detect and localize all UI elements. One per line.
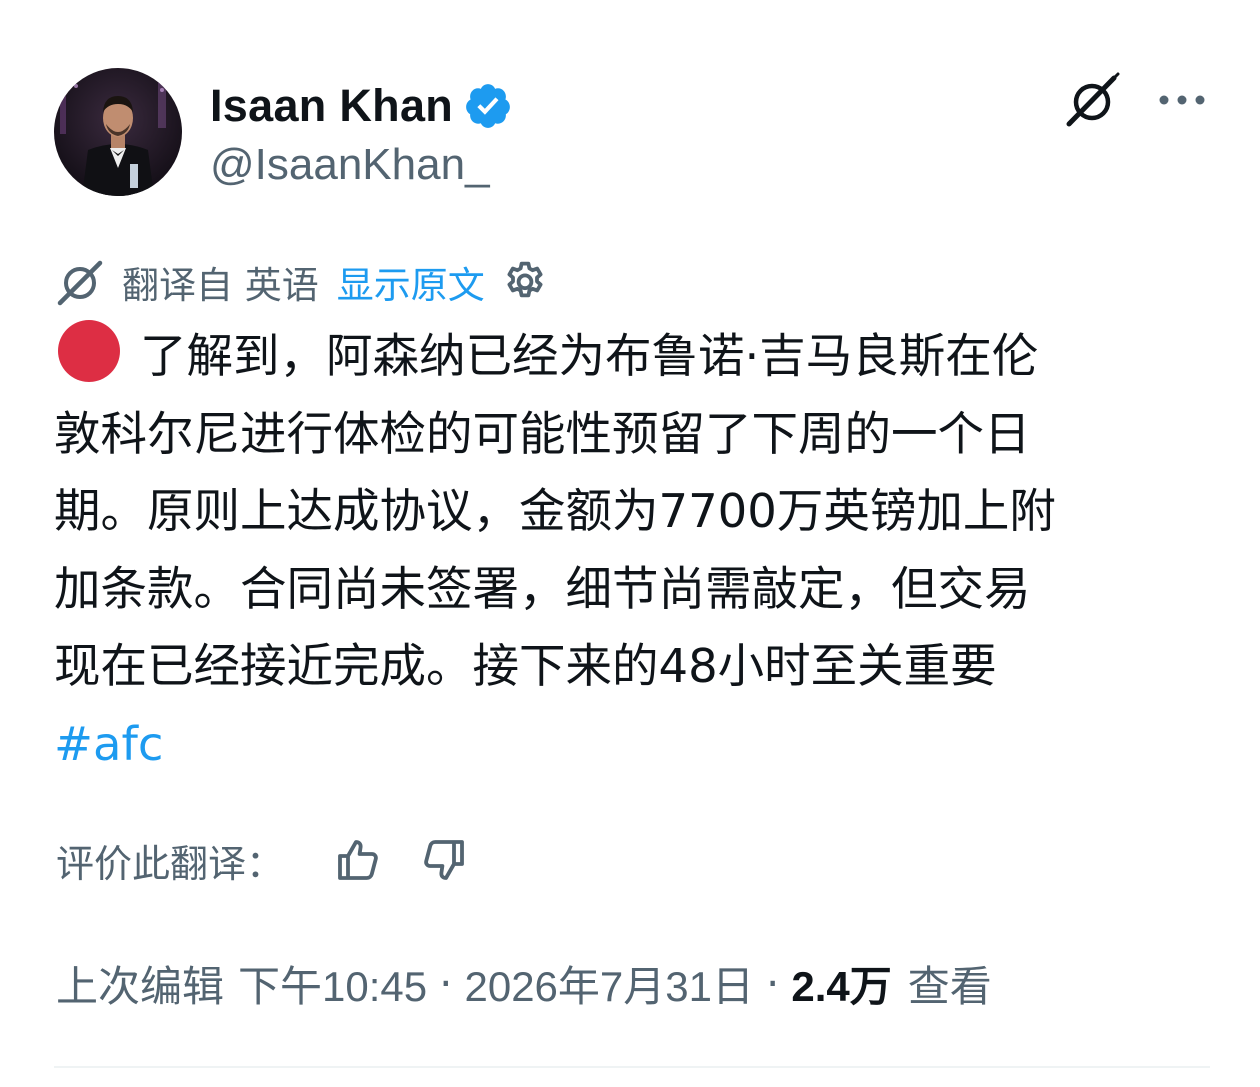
- tweet-line: 了解到，阿森纳已经为布鲁诺·吉马良斯在伦: [54, 318, 1210, 396]
- tweet-line: 加条款。合同尚未签署，细节尚需敲定，但交易: [54, 561, 1031, 616]
- author-handle[interactable]: @IsaanKhan_: [210, 140, 490, 190]
- tweet-line-text: 了解到，阿森纳已经为布鲁诺·吉马良斯在伦: [140, 329, 1039, 383]
- translation-bar: 翻译自 英语 显示原文: [56, 252, 549, 312]
- more-icon[interactable]: [1154, 84, 1210, 116]
- tweet-line: 现在已经接近完成。接下来的48小时至关重要: [54, 639, 997, 693]
- views-label[interactable]: 查看: [908, 953, 992, 1014]
- rate-translation-row: 评价此翻译：: [56, 828, 468, 892]
- edited-label[interactable]: 上次编辑: [56, 953, 224, 1014]
- tweet-date[interactable]: 2026年7月31日: [464, 953, 754, 1014]
- gear-icon[interactable]: [501, 258, 549, 306]
- display-name[interactable]: Isaan Khan: [210, 80, 453, 132]
- meta-separator: ·: [439, 958, 453, 1008]
- hashtag-link[interactable]: #afc: [54, 717, 163, 771]
- tweet-text: 了解到，阿森纳已经为布鲁诺·吉马良斯在伦 敦科尔尼进行体检的可能性预留了下周的一…: [54, 318, 1210, 783]
- tweet-time[interactable]: 下午10:45: [238, 953, 427, 1014]
- divider: [54, 1066, 1210, 1068]
- tweet-line: #afc: [54, 706, 1210, 784]
- verified-badge-icon: [463, 81, 513, 131]
- tweet-line: 期。原则上达成协议，金额为7700万英镑加上附: [54, 484, 1056, 538]
- thumbs-down-icon[interactable]: [420, 836, 468, 884]
- avatar[interactable]: [54, 68, 182, 196]
- red-circle-emoji-icon: [58, 320, 120, 382]
- views-count[interactable]: 2.4万: [791, 953, 891, 1014]
- tweet-meta: 上次编辑 下午10:45 · 2026年7月31日 · 2.4万 查看: [56, 950, 992, 1016]
- name-row: Isaan Khan: [210, 78, 513, 134]
- thumbs-up-icon[interactable]: [334, 836, 382, 884]
- translate-icon: [56, 257, 106, 307]
- tweet-line: 敦科尔尼进行体检的可能性预留了下周的一个日: [54, 406, 1031, 461]
- tweet-header: Isaan Khan @IsaanKhan_: [54, 68, 1214, 198]
- translated-from-label: 翻译自 英语: [122, 264, 319, 307]
- avatar-photo: [54, 68, 182, 196]
- grok-icon[interactable]: [1064, 72, 1122, 130]
- show-original-link[interactable]: 显示原文: [337, 255, 485, 309]
- rate-translation-label: 评价此翻译：: [56, 841, 285, 886]
- meta-separator: ·: [766, 958, 780, 1008]
